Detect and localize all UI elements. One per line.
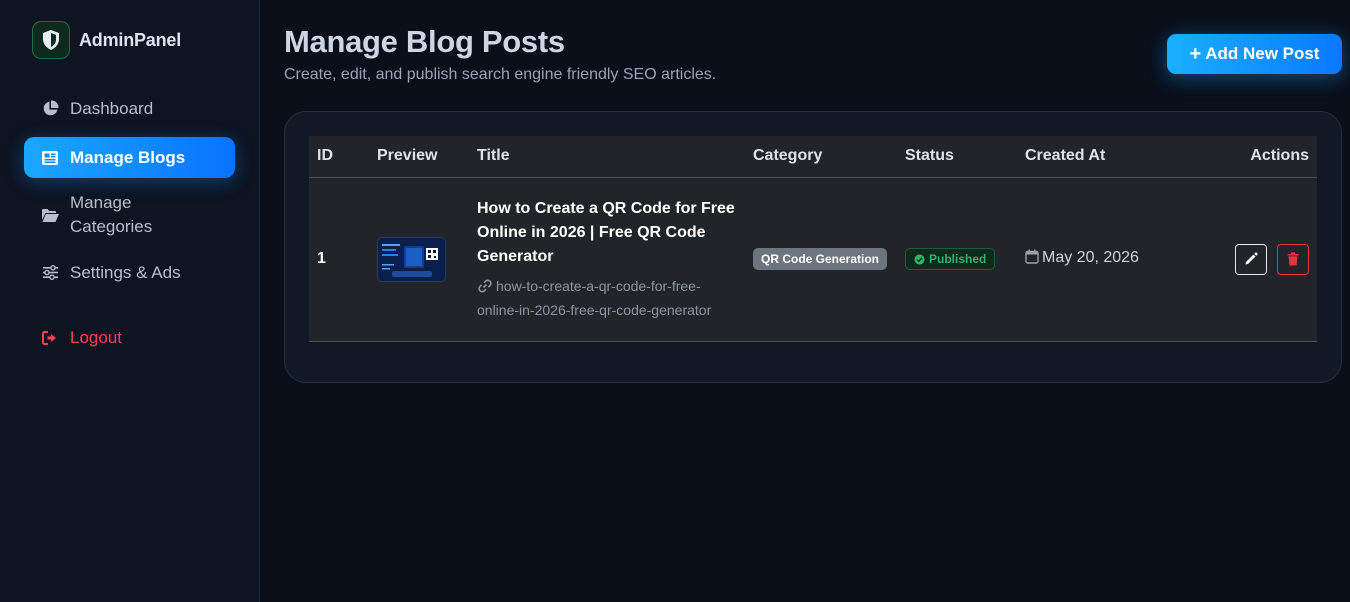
logout-label: Logout bbox=[70, 327, 122, 347]
post-preview-thumbnail[interactable] bbox=[377, 236, 446, 282]
post-id: 1 bbox=[309, 177, 369, 342]
calendar-icon bbox=[1025, 249, 1039, 269]
sidebar-item-label: Dashboard bbox=[70, 98, 154, 118]
edit-button[interactable] bbox=[1234, 243, 1267, 275]
link-icon bbox=[477, 277, 493, 299]
posts-table: ID Preview Title Category Status Created… bbox=[309, 136, 1317, 342]
status-cell: Published bbox=[897, 177, 1017, 342]
page-title: Manage Blog Posts bbox=[284, 24, 565, 59]
shield-icon bbox=[32, 21, 70, 59]
sliders-icon bbox=[40, 265, 60, 280]
logout-icon bbox=[40, 330, 60, 345]
trash-icon bbox=[1287, 252, 1299, 266]
sidebar-item-manage-categories[interactable]: Manage Categories bbox=[24, 186, 235, 244]
posts-card: ID Preview Title Category Status Created… bbox=[284, 111, 1342, 383]
column-header-preview: Preview bbox=[369, 136, 469, 178]
column-header-title: Title bbox=[469, 136, 745, 178]
sidebar-item-manage-blogs[interactable]: Manage Blogs bbox=[24, 137, 235, 178]
column-header-id: ID bbox=[309, 136, 369, 178]
table-row: 1 How to Create a QR Code for Free Onlin… bbox=[309, 177, 1317, 342]
sidebar-item-label: Manage Categories bbox=[70, 193, 153, 236]
column-header-actions: Actions bbox=[1187, 136, 1317, 178]
check-circle-icon bbox=[914, 253, 925, 265]
created-at-cell: May 20, 2026 bbox=[1017, 177, 1187, 342]
preview-cell bbox=[369, 177, 469, 342]
status-text: Published bbox=[929, 252, 987, 266]
sidebar-nav: Dashboard Manage Blogs Manage Categories… bbox=[24, 88, 235, 366]
delete-button[interactable] bbox=[1277, 243, 1309, 275]
post-slug-text: how-to-create-a-qr-code-for-free-online-… bbox=[477, 278, 712, 318]
title-cell: How to Create a QR Code for Free Online … bbox=[469, 177, 745, 342]
post-slug: how-to-create-a-qr-code-for-free-online-… bbox=[477, 275, 737, 321]
category-cell: QR Code Generation bbox=[745, 177, 897, 342]
column-header-created-at: Created At bbox=[1017, 136, 1187, 178]
brand-name: AdminPanel bbox=[79, 29, 182, 50]
brand[interactable]: AdminPanel bbox=[32, 21, 181, 59]
page-subtitle: Create, edit, and publish search engine … bbox=[284, 66, 717, 83]
pie-chart-icon bbox=[40, 100, 60, 117]
newspaper-icon bbox=[40, 150, 60, 166]
created-at-text: May 20, 2026 bbox=[1042, 249, 1139, 266]
sidebar-item-label: Manage Blogs bbox=[70, 147, 186, 167]
sidebar-item-dashboard[interactable]: Dashboard bbox=[24, 88, 235, 129]
column-header-category: Category bbox=[745, 136, 897, 178]
plus-icon: + bbox=[1189, 42, 1202, 65]
status-badge: Published bbox=[905, 248, 996, 270]
category-badge: QR Code Generation bbox=[753, 248, 888, 270]
add-new-post-label: Add New Post bbox=[1205, 44, 1320, 63]
post-title[interactable]: How to Create a QR Code for Free Online … bbox=[477, 197, 737, 269]
sidebar-item-label: Settings & Ads bbox=[70, 262, 181, 282]
column-header-status: Status bbox=[897, 136, 1017, 178]
table-header-row: ID Preview Title Category Status Created… bbox=[309, 136, 1317, 178]
add-new-post-button[interactable]: + Add New Post bbox=[1167, 34, 1342, 74]
sidebar-item-logout[interactable]: Logout bbox=[24, 317, 235, 358]
sidebar: AdminPanel Dashboard Manage Blogs Manage… bbox=[0, 0, 260, 602]
pencil-icon bbox=[1244, 252, 1258, 266]
sidebar-item-settings-ads[interactable]: Settings & Ads bbox=[24, 252, 235, 293]
actions-cell bbox=[1187, 177, 1317, 342]
folder-open-icon bbox=[40, 208, 60, 223]
